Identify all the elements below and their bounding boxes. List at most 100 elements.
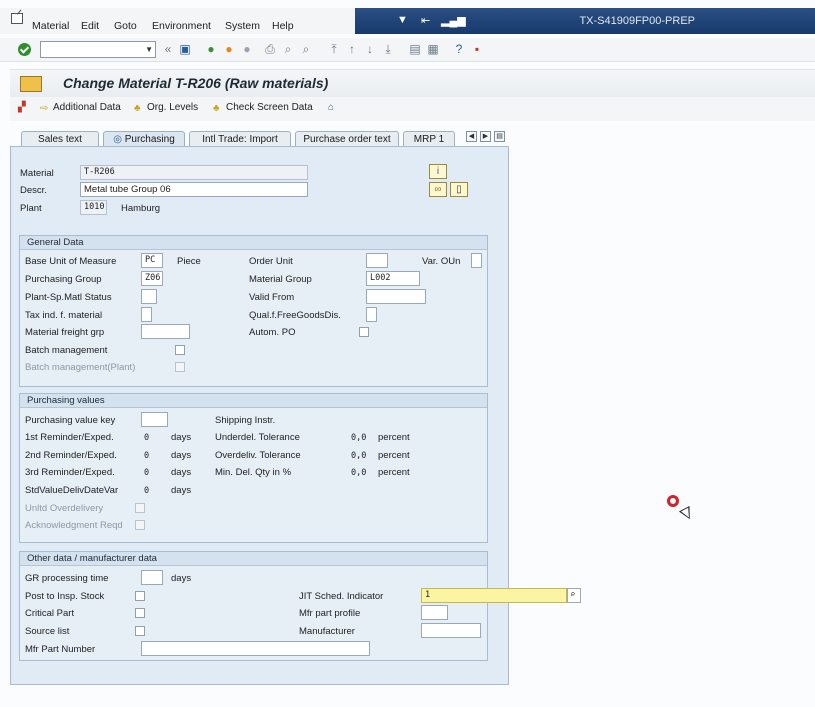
manufacturer-field[interactable] bbox=[421, 623, 481, 638]
plant-label: Plant bbox=[20, 203, 42, 214]
freight-group-field[interactable] bbox=[141, 324, 190, 339]
tax-indicator-field[interactable] bbox=[141, 307, 152, 322]
help-icon[interactable]: ? bbox=[452, 42, 466, 56]
tab-active-icon: ◎ bbox=[113, 134, 125, 145]
source-list-checkbox[interactable] bbox=[135, 626, 145, 636]
critical-part-checkbox[interactable] bbox=[135, 608, 145, 618]
menu-goto[interactable]: Goto bbox=[114, 20, 137, 32]
search-help-icon[interactable]: ⌕ bbox=[567, 588, 581, 603]
jit-indicator-field[interactable]: 1 bbox=[421, 588, 567, 603]
glasses-icon[interactable]: ∞ bbox=[429, 182, 447, 197]
reminder1-value: 0 bbox=[144, 433, 150, 443]
underdel-label: Underdel. Tolerance bbox=[215, 432, 300, 443]
reminder3-value: 0 bbox=[144, 468, 150, 478]
mouse-cursor-icon bbox=[678, 505, 696, 523]
chevron-down-icon[interactable]: ▼ bbox=[145, 45, 153, 54]
base-uom-label: Base Unit of Measure bbox=[25, 256, 117, 267]
org-levels-button[interactable]: ♣ Org. Levels bbox=[134, 102, 198, 114]
menu-help[interactable]: Help bbox=[272, 20, 294, 32]
mfr-part-number-field[interactable] bbox=[141, 641, 370, 656]
acknowledgment-checkbox bbox=[135, 520, 145, 530]
plant-status-field[interactable] bbox=[141, 289, 157, 304]
manufacturer-label: Manufacturer bbox=[299, 626, 355, 637]
tax-indicator-label: Tax ind. f. material bbox=[25, 310, 103, 321]
tab-intl-trade-import[interactable]: Intl Trade: Import bbox=[189, 131, 291, 146]
menu-expand-icon[interactable] bbox=[11, 13, 23, 24]
pin-icon[interactable]: ⇤ bbox=[421, 14, 430, 27]
gr-processing-field[interactable] bbox=[141, 570, 163, 585]
find-icon[interactable]: ⌕ bbox=[281, 42, 295, 56]
plant-name: Hamburg bbox=[121, 203, 161, 214]
back-icon[interactable]: ● bbox=[204, 42, 218, 56]
menu-edit[interactable]: Edit bbox=[81, 20, 99, 32]
material-group-field[interactable]: L002 bbox=[366, 271, 420, 286]
acknowledgment-label: Acknowledgment Reqd bbox=[25, 520, 123, 531]
critical-part-label: Critical Part bbox=[25, 608, 75, 619]
save-icon[interactable]: ▣ bbox=[178, 42, 192, 56]
dropdown-arrow-icon[interactable]: ▼ bbox=[397, 14, 408, 26]
mfr-part-number-label: Mfr Part Number bbox=[25, 644, 96, 655]
unltd-overdelivery-checkbox bbox=[135, 503, 145, 513]
menu-environment[interactable]: Environment bbox=[152, 20, 211, 32]
click-marker-icon bbox=[667, 495, 679, 507]
base-uom-field[interactable]: PC bbox=[141, 253, 163, 268]
info-icon[interactable]: i bbox=[429, 164, 447, 179]
tab-scroll-left-icon[interactable]: ◀ bbox=[466, 131, 477, 142]
var-oun-field[interactable] bbox=[471, 253, 482, 268]
create-icon[interactable]: ▞ bbox=[18, 102, 26, 113]
first-page-icon[interactable]: ⤒ bbox=[327, 42, 341, 56]
batch-plant-label: Batch management(Plant) bbox=[25, 362, 136, 373]
qual-free-goods-label: Qual.f.FreeGoodsDis. bbox=[249, 310, 341, 321]
check-icon: ♣ bbox=[213, 103, 220, 114]
check-screen-data-button[interactable]: ♣ Check Screen Data bbox=[213, 102, 313, 114]
underdel-value: 0,0 bbox=[351, 433, 367, 443]
shipping-instr-label: Shipping Instr. bbox=[215, 415, 276, 426]
plant-field: 1010 bbox=[80, 200, 107, 215]
double-left-icon[interactable]: « bbox=[161, 42, 175, 56]
last-page-icon[interactable]: ⤓ bbox=[381, 42, 395, 56]
overdel-unit: percent bbox=[378, 450, 410, 461]
plant-status-label: Plant-Sp.Matl Status bbox=[25, 292, 112, 303]
menu-material[interactable]: Material bbox=[32, 20, 69, 32]
tab-mrp1[interactable]: MRP 1 bbox=[403, 131, 455, 146]
system-id: TX-S41909FP00-PREP bbox=[579, 15, 695, 27]
description-field[interactable]: Metal tube Group 06 bbox=[80, 182, 308, 197]
command-field[interactable]: ▼ bbox=[40, 41, 156, 58]
mfr-part-profile-field[interactable] bbox=[421, 605, 448, 620]
tab-scroll-right-icon[interactable]: ▶ bbox=[480, 131, 491, 142]
new-session-icon[interactable]: ▤ bbox=[408, 42, 422, 56]
system-bar: ▼ ⇤ ▂▄▆ TX-S41909FP00-PREP bbox=[355, 8, 815, 34]
purchasing-group-field[interactable]: Z06 bbox=[141, 271, 163, 286]
reminder3-label: 3rd Reminder/Exped. bbox=[25, 467, 115, 478]
enter-check-icon[interactable] bbox=[18, 43, 31, 56]
tab-list-icon[interactable]: ▤ bbox=[494, 131, 505, 142]
batch-management-label: Batch management bbox=[25, 345, 108, 356]
purchasing-values-title: Purchasing values bbox=[20, 394, 487, 408]
print-icon[interactable]: ⎙ bbox=[263, 42, 277, 56]
find-next-icon[interactable]: ⌕ bbox=[299, 42, 313, 56]
signal-icon: ▂▄▆ bbox=[441, 15, 466, 27]
cancel-icon[interactable]: ● bbox=[240, 42, 254, 56]
qual-free-goods-field[interactable] bbox=[366, 307, 377, 322]
previous-page-icon[interactable]: ↑ bbox=[345, 42, 359, 56]
next-page-icon[interactable]: ↓ bbox=[363, 42, 377, 56]
purchasing-value-key-field[interactable] bbox=[141, 412, 168, 427]
menu-system[interactable]: System bbox=[225, 20, 260, 32]
additional-data-button[interactable]: ⇨ Additional Data bbox=[40, 102, 121, 114]
var-oun-label: Var. OUn bbox=[422, 256, 461, 267]
batch-management-checkbox[interactable] bbox=[175, 345, 185, 355]
exit-icon[interactable]: ● bbox=[222, 42, 236, 56]
application-toolbar: ▞ ⇨ Additional Data ♣ Org. Levels ♣ Check S… bbox=[10, 97, 815, 121]
tab-sales-text[interactable]: Sales text bbox=[21, 131, 99, 146]
shortcut-icon[interactable]: ▦ bbox=[426, 42, 440, 56]
valid-from-field[interactable] bbox=[366, 289, 426, 304]
lock-icon[interactable]: ⌂ bbox=[328, 102, 334, 113]
post-insp-stock-checkbox[interactable] bbox=[135, 591, 145, 601]
autom-po-checkbox[interactable] bbox=[359, 327, 369, 337]
unltd-overdelivery-label: Unltd Overdelivery bbox=[25, 503, 104, 514]
document-icon[interactable]: ▯ bbox=[450, 182, 468, 197]
layout-menu-icon[interactable]: ▪ bbox=[470, 42, 484, 56]
order-unit-field[interactable] bbox=[366, 253, 388, 268]
tab-purchasing[interactable]: ◎ Purchasing bbox=[103, 131, 185, 146]
tab-purchase-order-text[interactable]: Purchase order text bbox=[295, 131, 399, 146]
